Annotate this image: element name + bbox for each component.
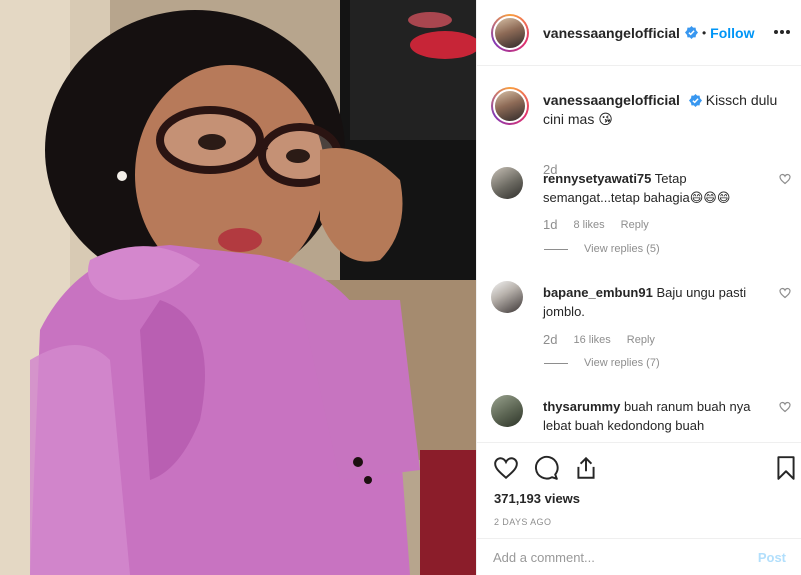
post-photo-illustration: [0, 0, 476, 575]
replies-line: [544, 248, 568, 250]
share-icon[interactable]: [573, 455, 599, 481]
replies-line: [544, 362, 568, 364]
author-avatar[interactable]: [491, 13, 529, 52]
post-sidebar: vanessaangelofficial • Follow vanessaang…: [476, 0, 801, 575]
view-replies-label[interactable]: View replies (7): [584, 357, 660, 369]
comment-likes[interactable]: 8 likes: [573, 219, 604, 231]
add-comment-bar: Post: [477, 538, 801, 575]
post-comment-button[interactable]: Post: [758, 550, 786, 565]
view-replies[interactable]: View replies (7): [544, 357, 660, 369]
comment-likes[interactable]: 16 likes: [573, 334, 610, 346]
like-heart-icon[interactable]: [493, 455, 519, 481]
verified-badge-icon: [688, 94, 702, 107]
comment-icon[interactable]: [533, 455, 559, 481]
post-image[interactable]: [0, 0, 476, 575]
commenter-username[interactable]: bapane_embun91: [543, 285, 653, 300]
follow-button[interactable]: Follow: [710, 25, 754, 41]
comment-meta: 2d 16 likes Reply: [543, 332, 655, 347]
commenter-avatar[interactable]: [491, 281, 523, 313]
commenter-avatar[interactable]: [491, 395, 523, 427]
reply-button[interactable]: Reply: [621, 219, 649, 231]
commenter-username[interactable]: rennysetyawati75: [543, 171, 651, 186]
comments-list[interactable]: vanessaangelofficial Kissch dulu cini ma…: [477, 67, 801, 442]
comment-heart-icon[interactable]: [779, 173, 791, 185]
author-info: vanessaangelofficial • Follow: [543, 25, 754, 41]
verified-badge-icon: [684, 26, 698, 39]
views-count[interactable]: 371,193 views: [494, 491, 580, 506]
author-username[interactable]: vanessaangelofficial: [543, 25, 680, 41]
comment-text-block: rennysetyawati75 Tetap semangat...tetap …: [543, 169, 765, 207]
reply-button[interactable]: Reply: [627, 334, 655, 346]
caption-text-block: vanessaangelofficial Kissch dulu cini ma…: [543, 91, 793, 129]
view-replies[interactable]: View replies (5): [544, 243, 660, 255]
comment-heart-icon[interactable]: [779, 401, 791, 413]
caption-avatar[interactable]: [491, 87, 529, 125]
commenter-username[interactable]: thysarummy: [543, 399, 620, 414]
comment-meta: 1d 8 likes Reply: [543, 217, 649, 232]
more-options-icon[interactable]: [772, 22, 792, 42]
view-replies-label[interactable]: View replies (5): [584, 243, 660, 255]
comment-timestamp[interactable]: 2d: [543, 332, 557, 347]
commenter-avatar[interactable]: [491, 167, 523, 199]
comment-text-block: bapane_embun91 Baju ungu pasti jomblo.: [543, 283, 765, 321]
add-comment-input[interactable]: [493, 549, 758, 565]
bookmark-icon[interactable]: [773, 455, 799, 481]
post-timestamp[interactable]: 2 DAYS AGO: [494, 517, 551, 527]
post-actions: 371,193 views 2 DAYS AGO: [477, 442, 801, 538]
comment-text-block: thysarummy buah ranum buah nya lebat bua…: [543, 397, 765, 435]
comment-timestamp[interactable]: 1d: [543, 217, 557, 232]
separator-dot: •: [701, 25, 707, 40]
caption-username[interactable]: vanessaangelofficial: [543, 92, 680, 108]
comment-heart-icon[interactable]: [779, 287, 791, 299]
post-header: vanessaangelofficial • Follow: [477, 0, 801, 66]
